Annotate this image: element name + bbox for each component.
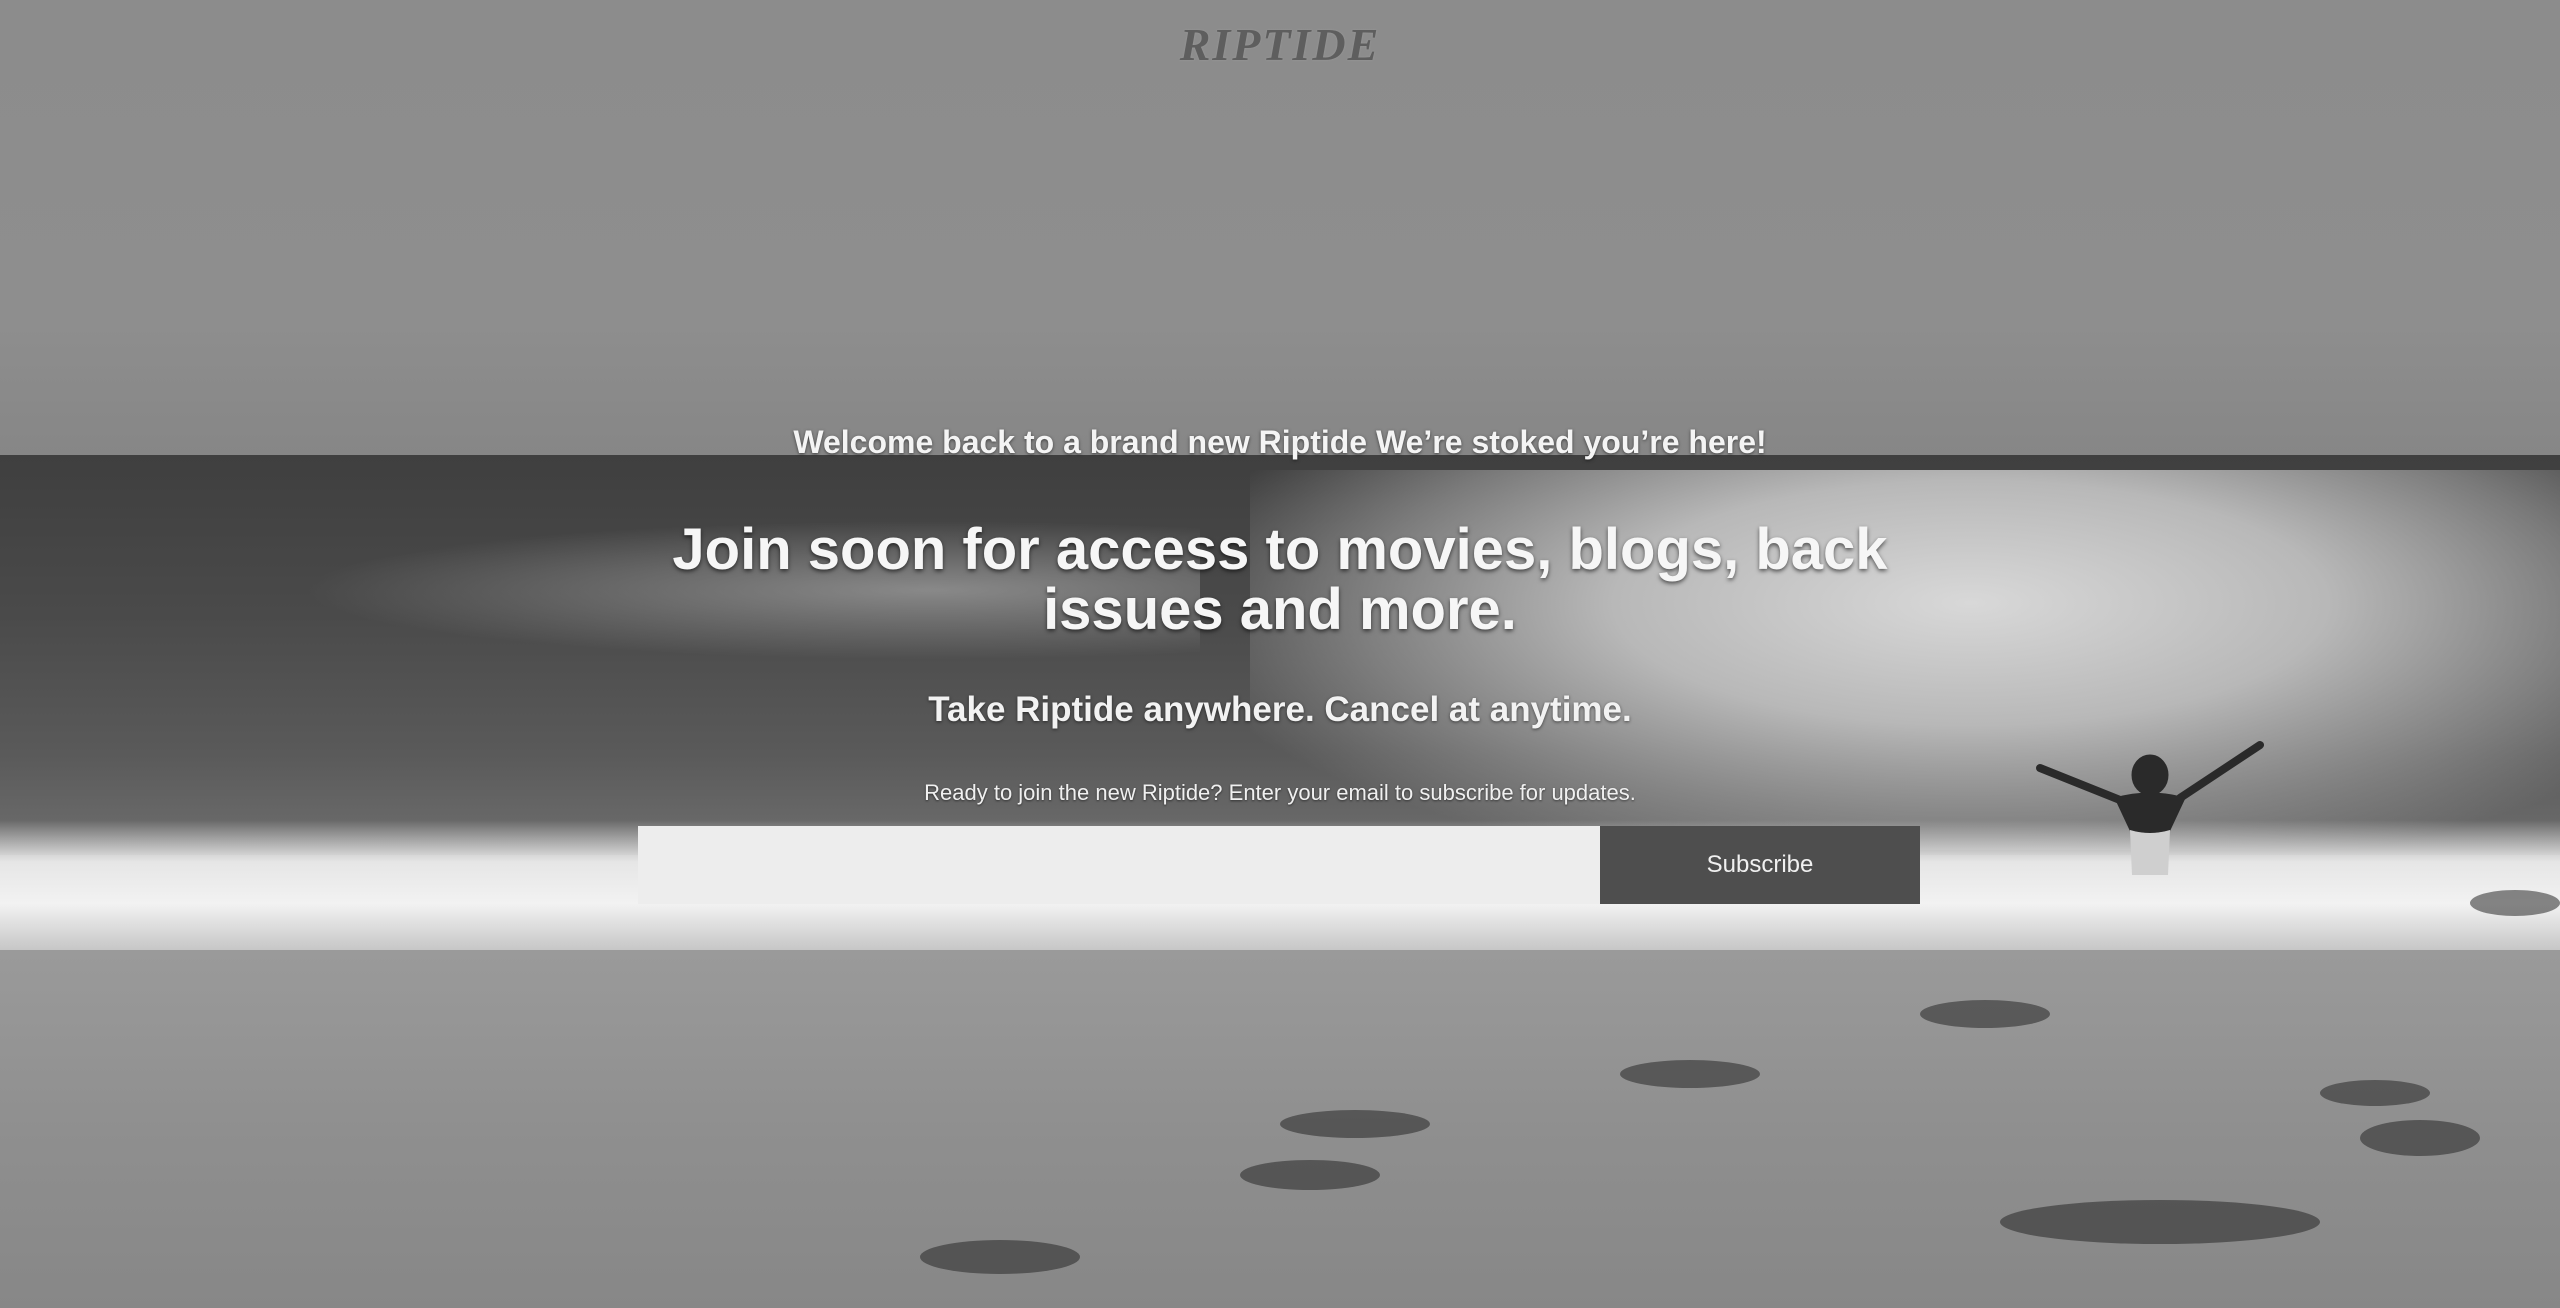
landing-page: RIPTIDE Welcome back to a brand new Ript… bbox=[0, 0, 2560, 1308]
sand-footprint bbox=[920, 1240, 1080, 1274]
hero-tagline: Take Riptide anywhere. Cancel at anytime… bbox=[928, 690, 1632, 729]
sand-footprint bbox=[1240, 1160, 1380, 1190]
sand-footprint bbox=[2320, 1080, 2430, 1106]
email-input[interactable] bbox=[638, 826, 1600, 904]
sand-footprint bbox=[1920, 1000, 2050, 1028]
riptide-logo[interactable]: RIPTIDE bbox=[0, 18, 2560, 71]
surfer-figure bbox=[2036, 741, 2264, 875]
subscribe-button[interactable]: Subscribe bbox=[1600, 826, 1920, 904]
sand-footprint bbox=[2470, 890, 2560, 916]
welcome-message: Welcome back to a brand new Riptide We’r… bbox=[793, 424, 1767, 460]
background-sand bbox=[0, 950, 2560, 1308]
subscribe-prompt: Ready to join the new Riptide? Enter you… bbox=[924, 780, 1636, 805]
sand-footprint bbox=[2000, 1200, 2320, 1244]
sand-footprint bbox=[1280, 1110, 1430, 1138]
sand-footprint bbox=[2360, 1120, 2480, 1156]
subscribe-form: Subscribe bbox=[638, 826, 1920, 904]
hero-headline: Join soon for access to movies, blogs, b… bbox=[672, 517, 1888, 642]
sand-footprint bbox=[1620, 1060, 1760, 1088]
